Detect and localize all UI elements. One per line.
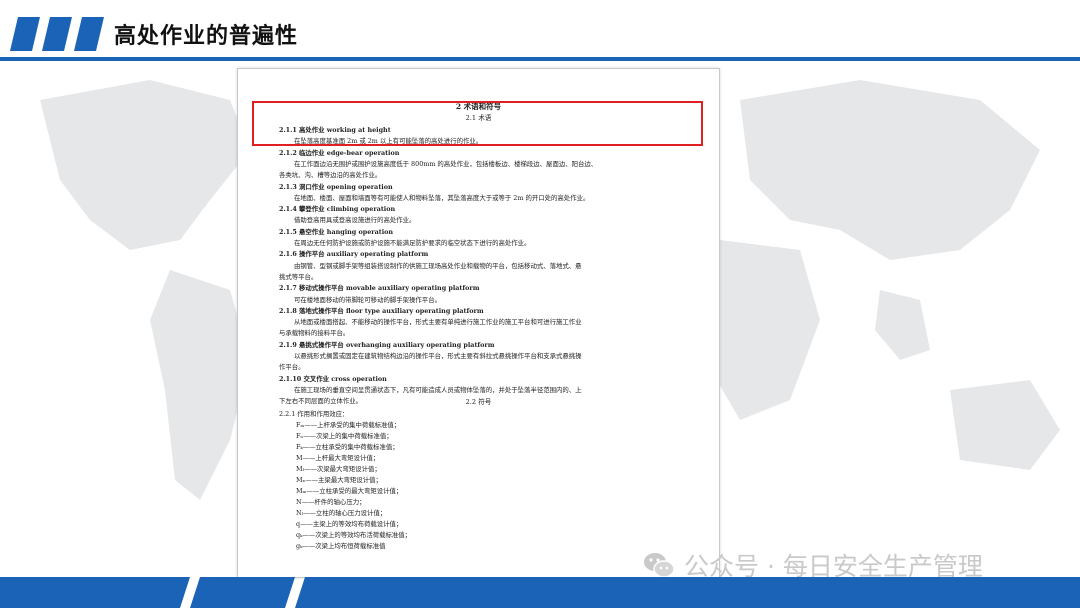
term-text: 借助登高用具或登高设施进行的高处作业。	[294, 216, 416, 225]
symbol-heading: 2.2.1 作用和作用效应：	[279, 410, 349, 418]
term-text: 以悬挑形式搁置或固定在建筑物结构边沿的操作平台，形式主要有斜拉式悬挑操作平台和支…	[294, 352, 582, 360]
header-stripes-logo	[10, 17, 104, 51]
term-heading: 2.1.8 落地式操作平台 floor type auxiliary opera…	[279, 306, 484, 315]
symbol-item: Nₗ——立柱的轴心压力设计值；	[296, 509, 387, 517]
symbol-item: Fₙ——次梁上的集中荷载标准值；	[296, 432, 393, 440]
term-text: 作平台。	[279, 363, 305, 372]
symbol-item: N——杆件的轴心压力；	[296, 498, 366, 506]
term-heading: 2.1.2 临边作业 edge-bear operation	[279, 148, 400, 157]
term-text: 可在楼地面移动的带脚轮可移动的脚手架操作平台。	[294, 295, 441, 304]
header-divider	[0, 57, 1080, 61]
term-heading: 2.1.4 攀登作业 climbing operation	[279, 205, 396, 214]
term-text: 各类坑、沟、槽等边沿的高处作业。	[279, 171, 382, 180]
symbol-item: q——主梁上的等效均布荷载设计值；	[296, 520, 403, 528]
term-text: 在工作面边沿无围护或围护设施高度低于 800mm 的高处作业，包括楼板边、楼梯段…	[294, 159, 598, 168]
highlight-box	[252, 101, 703, 146]
term-text: 与承载物料的接料平台。	[279, 329, 350, 338]
term-text: 从地面或楼面搭起、不能移动的操作平台，形式主要有单纯进行施工作业的施工平台和可进…	[294, 318, 582, 327]
symbol-item: qₖ——次梁上的等效均布活荷载标准值；	[296, 531, 412, 539]
term-text: 在施工现场的垂直空间呈贯通状态下，凡有可能造成人员或物体坠落的，并处于坠落半径范…	[294, 385, 582, 394]
symbol-item: M——上杆最大弯矩设计值；	[296, 454, 380, 462]
symbol-item: Mₗ——次梁最大弯矩设计值；	[296, 465, 381, 473]
symbol-item: gₖ——次梁上均布恒荷载标准值	[296, 542, 386, 550]
term-heading: 2.1.6 操作平台 auxiliary operating platform	[279, 250, 429, 259]
footer-bar	[0, 577, 1080, 608]
term-text: 在地面、楼面、屋面和墙面等有可能使人和物料坠落，其坠落高度大于或等于 2m 的开…	[294, 193, 590, 202]
symbol-item: Fₖ——立柱承受的集中荷载标准值；	[296, 443, 399, 451]
term-heading: 2.1.9 悬挑式操作平台 overhanging auxiliary oper…	[279, 340, 495, 349]
term-text: 挑式等平台。	[279, 272, 318, 281]
term-text: 在周边无任何防护设施或防护设施不能满足防护要求的临空状态下进行的高处作业。	[294, 239, 531, 247]
term-heading: 2.1.3 洞口作业 opening operation	[279, 182, 393, 191]
term-heading: 2.1.5 悬空作业 hanging operation	[279, 227, 394, 236]
symbol-item: Fₘ——上杆承受的集中荷载标准值；	[296, 421, 401, 429]
page-title: 高处作业的普遍性	[114, 24, 299, 49]
symbol-item: Mₘ——立柱承受的最大弯矩设计值；	[296, 487, 403, 495]
term-heading: 2.1.10 交叉作业 cross operation	[279, 374, 387, 383]
section-symbols-title: 2.2 符号	[465, 398, 492, 406]
term-text: 由钢管、型钢或脚手架等组装搭设制作的供施工现场高处作业和载物的平台，包括移动式、…	[294, 261, 582, 270]
term-heading: 2.1.7 移动式操作平台 movable auxiliary operatin…	[279, 284, 480, 293]
symbol-item: Mₓ——主梁最大弯矩设计值；	[296, 476, 382, 484]
